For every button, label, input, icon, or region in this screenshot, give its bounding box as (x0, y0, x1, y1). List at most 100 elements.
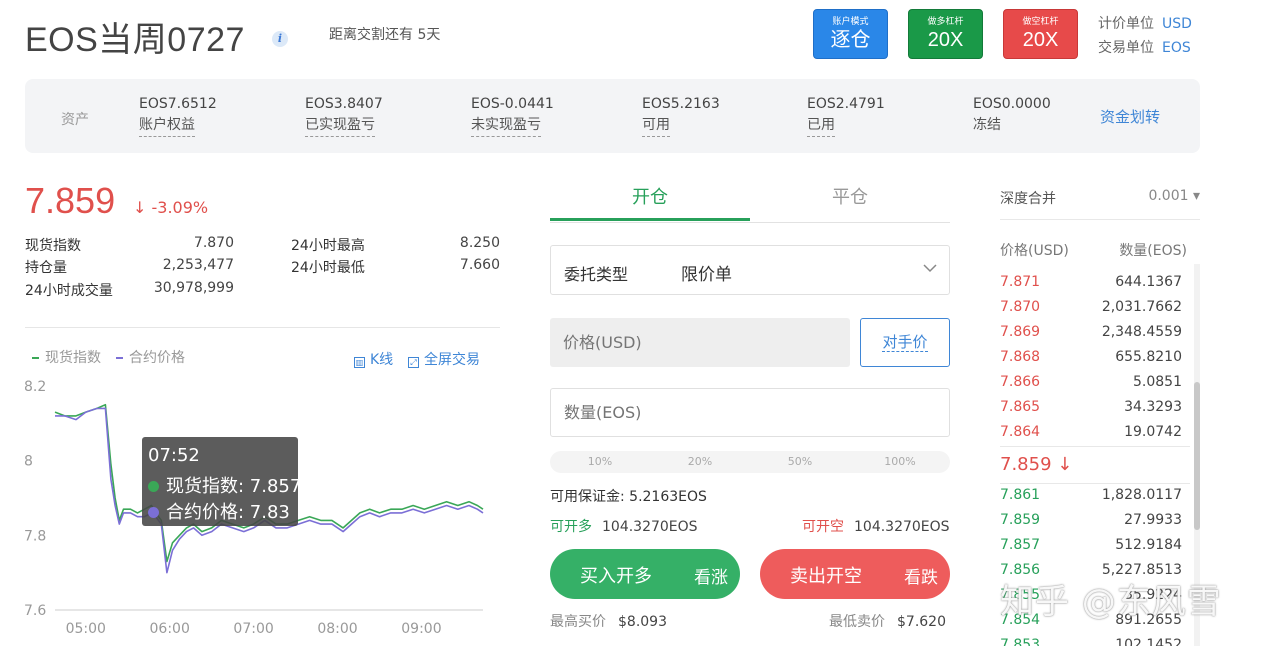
bid-row[interactable]: 7.859 27.9933 (1000, 509, 1182, 534)
kline-label: K线 (370, 352, 394, 368)
asset-label[interactable]: 已实现盈亏 (305, 114, 375, 137)
asset-label[interactable]: 已用 (807, 114, 835, 137)
margin-mode-button[interactable]: 账户模式 逐仓 (813, 9, 888, 59)
tab-open-position[interactable]: 开仓 (550, 183, 750, 209)
pricing-unit-value[interactable]: USD (1162, 16, 1192, 32)
stat-value-24h-high: 8.250 (459, 235, 500, 251)
ask-row[interactable]: 7.864 19.0742 (1000, 421, 1182, 446)
ask-row[interactable]: 7.866 5.0851 (1000, 371, 1182, 396)
fullscreen-trade-link[interactable]: ⤢ 全屏交易 (408, 349, 480, 369)
ask-price: 7.865 (1000, 399, 1041, 415)
legend-spot-swatch (32, 357, 39, 359)
fullscreen-icon: ⤢ (408, 357, 419, 368)
long-leverage-caption: 做多杠杆 (927, 17, 964, 27)
asset-label[interactable]: 未实现盈亏 (471, 114, 541, 137)
tooltip-spot-dot (148, 481, 159, 492)
short-leverage-button[interactable]: 做空杠杆 20X (1003, 9, 1078, 59)
sell-button-label: 卖出开空 (790, 566, 862, 587)
price-input[interactable] (550, 318, 850, 367)
percentage-slider[interactable]: 10% 20% 50% 100% (550, 451, 950, 473)
asset-label[interactable]: 可用 (642, 114, 670, 137)
legend-contract-price[interactable]: 合约价格 (116, 347, 185, 367)
asset-account-equity: EOS7.6512 账户权益 (139, 94, 217, 137)
bid-price: 7.859 (1000, 512, 1041, 528)
can-open-short: 可开空 104.3270EOS (802, 516, 950, 536)
bid-row[interactable]: 7.861 1,828.0117 (1000, 484, 1182, 509)
quantity-input[interactable] (550, 388, 950, 437)
ask-row[interactable]: 7.868 655.8210 (1000, 346, 1182, 371)
sell-open-short-button[interactable]: 卖出开空 看跌 (760, 549, 950, 599)
delivery-countdown: 距离交割还有 5天 (329, 27, 441, 43)
percent-option-100[interactable]: 100% (870, 455, 930, 468)
info-icon[interactable]: i (272, 31, 288, 47)
counterparty-price-button[interactable]: 对手价 (860, 318, 950, 367)
percent-option-20[interactable]: 20% (670, 455, 730, 468)
min-sell-label: 最低卖价 (829, 614, 885, 630)
tooltip-spot-value: 现货指数: 7.857 (166, 476, 302, 497)
ask-row[interactable]: 7.869 2,348.4559 (1000, 321, 1182, 346)
book-col-quantity: 数量(EOS) (1119, 243, 1187, 259)
x-tick-label: 05:00 (66, 621, 106, 637)
can-open-long-value: 104.3270EOS (602, 519, 698, 535)
short-leverage-caption: 做空杠杆 (1022, 17, 1059, 27)
order-type-select[interactable]: 委托类型 限价单 (550, 245, 950, 295)
legend-contract-label: 合约价格 (129, 350, 185, 366)
ask-quantity: 34.3293 (1124, 399, 1182, 415)
fund-transfer-link[interactable]: 资金划转 (1100, 106, 1160, 127)
depth-merge-select[interactable]: 0.001 ▾ (1130, 188, 1200, 204)
buy-open-long-button[interactable]: 买入开多 看涨 (550, 549, 740, 599)
can-open-short-label: 可开空 (802, 519, 844, 535)
y-tick-label: 7.6 (24, 603, 46, 619)
tooltip-time: 07:52 (148, 445, 200, 466)
percent-option-10[interactable]: 10% (570, 455, 630, 468)
trading-unit: 交易单位 EOS (1098, 37, 1191, 57)
max-buy-label: 最高买价 (550, 614, 606, 630)
stat-value-open-interest: 2,253,477 (162, 257, 234, 273)
ask-price: 7.869 (1000, 324, 1041, 340)
asset-value: EOS2.4791 (807, 96, 885, 112)
ask-price: 7.864 (1000, 424, 1041, 440)
depth-divider (1000, 219, 1200, 220)
max-buy-value: $8.093 (618, 614, 667, 630)
last-price: 7.859 (25, 180, 116, 221)
bid-quantity: 102.1452 (1115, 637, 1182, 646)
kline-link[interactable]: ▥ K线 (354, 349, 393, 369)
asset-available: EOS5.2163 可用 (642, 94, 720, 137)
ask-row[interactable]: 7.870 2,031.7662 (1000, 296, 1182, 321)
long-leverage-button[interactable]: 做多杠杆 20X (908, 9, 983, 59)
x-tick-label: 06:00 (150, 621, 190, 637)
y-tick-label: 7.8 (24, 528, 46, 544)
percent-option-50[interactable]: 50% (770, 455, 830, 468)
legend-contract-swatch (116, 357, 123, 359)
order-type-label: 委托类型 (564, 265, 629, 284)
counterparty-price-label: 对手价 (882, 333, 928, 352)
asset-value: EOS0.0000 (973, 96, 1051, 112)
sell-button-sub: 看跌 (904, 568, 938, 588)
y-tick-label: 8.2 (24, 379, 46, 395)
book-col-price: 价格(USD) (1000, 243, 1069, 259)
book-mid-price: 7.859 ↓ (1000, 454, 1073, 475)
ask-row[interactable]: 7.865 34.3293 (1000, 396, 1182, 421)
margin-mode-value: 逐仓 (830, 29, 871, 51)
chart-tooltip: 07:52 现货指数: 7.857 合约价格: 7.83 (142, 437, 302, 526)
ask-row[interactable]: 7.871 644.1367 (1000, 271, 1182, 296)
stat-label-spot-index: 现货指数 (25, 238, 81, 254)
buy-button-sub: 看涨 (694, 568, 728, 588)
asset-unrealized-pnl: EOS-0.0441 未实现盈亏 (471, 94, 554, 137)
ask-price: 7.868 (1000, 349, 1041, 365)
asset-value: EOS3.8407 (305, 96, 383, 112)
book-scrollbar-thumb[interactable] (1194, 382, 1200, 530)
bid-row[interactable]: 7.853 102.1452 (1000, 634, 1182, 646)
assets-label: 资产 (61, 112, 89, 128)
tab-close-position[interactable]: 平仓 (750, 183, 950, 209)
book-mid-divider (1000, 446, 1190, 447)
fullscreen-label: 全屏交易 (424, 352, 480, 368)
stat-label-24h-low: 24小时最低 (291, 260, 365, 276)
trading-unit-value[interactable]: EOS (1162, 40, 1191, 56)
asset-label[interactable]: 账户权益 (139, 114, 195, 137)
x-tick-label: 08:00 (317, 621, 357, 637)
bid-row[interactable]: 7.857 512.9184 (1000, 534, 1182, 559)
legend-spot-index[interactable]: 现货指数 (32, 347, 101, 367)
stat-label-24h-high: 24小时最高 (291, 238, 365, 254)
max-buy-price: 最高买价 $8.093 (550, 611, 667, 631)
